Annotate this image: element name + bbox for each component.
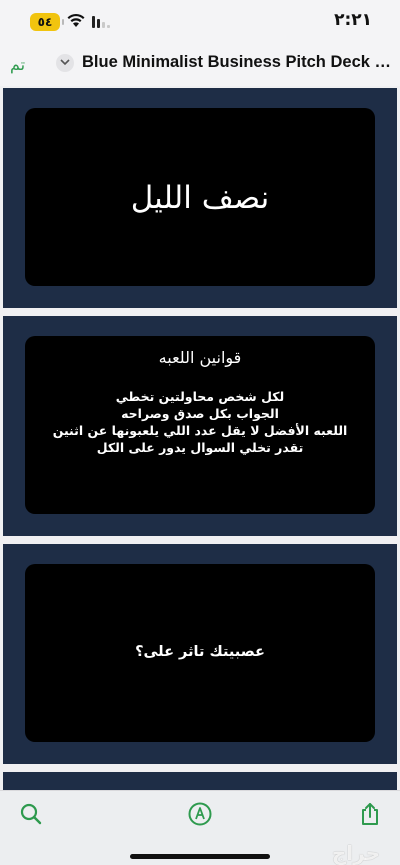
rule-line: اللعبه الأفضل لا يقل عدد اللي يلعبونها ع…: [52, 423, 348, 438]
rule-line: الجواب بكل صدق وصراحه: [121, 406, 279, 421]
slide-title: نصف الليل: [130, 180, 270, 216]
document-title: Blue Minimalist Business Pitch Deck Pr..…: [82, 53, 392, 71]
nav-bar: تم Blue Minimalist Business Pitch Deck P…: [0, 46, 400, 86]
bottom-toolbar: حراج: [0, 790, 400, 865]
battery-indicator: ٥٤: [30, 13, 64, 31]
slide-card: عصبيتك تاثر على؟: [25, 564, 375, 742]
watermark: حراج: [331, 841, 380, 865]
slide-4[interactable]: [3, 772, 397, 790]
status-time: ٢:٢١: [334, 10, 372, 30]
rules-list: لكل شخص محاولتين تخطي الجواب بكل صدق وصر…: [25, 388, 375, 456]
title-menu-button[interactable]: [56, 54, 74, 72]
slide-card: قوانين اللعبه لكل شخص محاولتين تخطي الجو…: [25, 336, 375, 514]
done-button[interactable]: تم: [10, 55, 25, 74]
rule-line: لكل شخص محاولتين تخطي: [115, 389, 285, 404]
share-icon[interactable]: [357, 801, 383, 827]
wifi-icon: [67, 13, 85, 27]
signal-icon: [92, 14, 112, 28]
chevron-down-icon: [60, 59, 70, 66]
slide-title: قوانين اللعبه: [158, 348, 242, 367]
slide-card: نصف الليل: [25, 108, 375, 286]
markup-icon[interactable]: [187, 801, 213, 827]
document-content[interactable]: نصف الليل قوانين اللعبه لكل شخص محاولتين…: [0, 86, 400, 790]
slide-3[interactable]: عصبيتك تاثر على؟: [3, 544, 397, 764]
rule-line: تقدر تخلي السوال يدور على الكل: [96, 440, 304, 455]
status-bar: ٥٤ ٢:٢١: [0, 0, 400, 46]
home-indicator: [130, 854, 270, 859]
slide-title: عصبيتك تاثر على؟: [135, 644, 265, 660]
search-icon[interactable]: [18, 801, 44, 827]
slide-1[interactable]: نصف الليل: [3, 88, 397, 308]
slide-2[interactable]: قوانين اللعبه لكل شخص محاولتين تخطي الجو…: [3, 316, 397, 536]
